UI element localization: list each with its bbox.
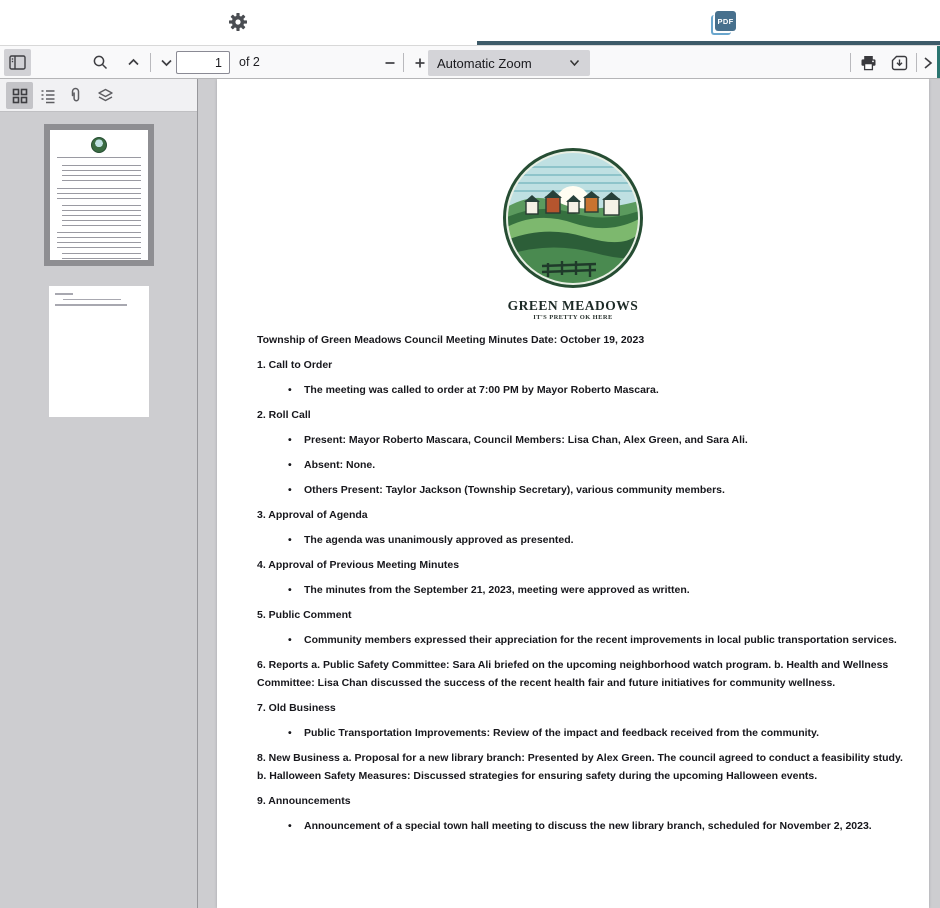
green-meadows-emblem-image xyxy=(500,145,646,291)
doc-bullet-item: Public Transportation Improvements: Revi… xyxy=(257,724,904,742)
print-button[interactable] xyxy=(855,49,882,76)
doc-bullet-item: Present: Mayor Roberto Mascara, Council … xyxy=(257,431,904,449)
doc-paragraph: 6. Reports a. Public Safety Committee: S… xyxy=(257,656,904,692)
save-download-button[interactable] xyxy=(886,49,913,76)
toolbar-separator xyxy=(916,53,917,72)
logo-tagline-text: IT'S PRETTY OK HERE xyxy=(488,314,658,321)
doc-bullet-item: The meeting was called to order at 7:00 … xyxy=(257,381,904,399)
doc-heading: 1. Call to Order xyxy=(257,356,904,374)
doc-title: Township of Green Meadows Council Meetin… xyxy=(257,331,904,349)
doc-bullet-item: Others Present: Taylor Jackson (Township… xyxy=(257,481,904,499)
toolbar-separator xyxy=(150,53,151,72)
doc-bullet-item: The minutes from the September 21, 2023,… xyxy=(257,581,904,599)
doc-heading: 9. Announcements xyxy=(257,792,904,810)
more-tools-button[interactable] xyxy=(918,49,937,76)
page-thumbnail-1-selected[interactable] xyxy=(44,124,154,266)
pdf-icon: PDF xyxy=(715,11,736,31)
settings-gear-icon[interactable] xyxy=(223,7,253,37)
doc-bullet-item: Community members expressed their apprec… xyxy=(257,631,904,649)
sidebar xyxy=(0,79,198,908)
layers-button[interactable] xyxy=(92,82,119,109)
document-outline-button[interactable] xyxy=(34,82,61,109)
document-body: Township of Green Meadows Council Meetin… xyxy=(217,321,929,835)
page-count-label: of 2 xyxy=(239,46,260,80)
chevron-down-icon xyxy=(569,59,580,67)
thumbnail-panel xyxy=(0,112,197,908)
doc-bullet-item: Absent: None. xyxy=(257,456,904,474)
doc-heading: 3. Approval of Agenda xyxy=(257,506,904,524)
previous-page-button[interactable] xyxy=(120,49,147,76)
logo-name-text: GREEN MEADOWS xyxy=(488,298,658,314)
pdf-document-tab-icon[interactable]: PDF xyxy=(711,11,737,35)
doc-bullet-item: The agenda was unanimously approved as p… xyxy=(257,531,904,549)
pdf-page-1: GREEN MEADOWS IT'S PRETTY OK HERE Townsh… xyxy=(217,79,929,908)
sidebar-toolbar xyxy=(0,79,197,112)
pdf-viewer-window: PDF xyxy=(0,0,940,908)
zoom-out-button[interactable] xyxy=(376,49,403,76)
doc-paragraph: 8. New Business a. Proposal for a new li… xyxy=(257,749,904,785)
township-logo: GREEN MEADOWS IT'S PRETTY OK HERE xyxy=(488,145,658,321)
toolbar-separator xyxy=(850,53,851,72)
search-button[interactable] xyxy=(87,49,114,76)
thumbnails-view-button[interactable] xyxy=(6,82,33,109)
window-top-strip: PDF xyxy=(0,0,940,45)
viewer-content: GREEN MEADOWS IT'S PRETTY OK HERE Townsh… xyxy=(0,79,940,908)
pdf-toolbar: of 2 Automatic Zoom xyxy=(0,45,940,79)
zoom-level-select[interactable]: Automatic Zoom xyxy=(428,50,590,76)
doc-heading: 5. Public Comment xyxy=(257,606,904,624)
thumbnail-logo xyxy=(91,137,107,153)
doc-bullet-item: Announcement of a special town hall meet… xyxy=(257,817,904,835)
page-thumbnail-2[interactable] xyxy=(49,286,149,417)
toggle-sidebar-button[interactable] xyxy=(4,49,31,76)
doc-heading: 2. Roll Call xyxy=(257,406,904,424)
doc-heading: 7. Old Business xyxy=(257,699,904,717)
toolbar-separator xyxy=(403,53,404,72)
pdf-viewer-area[interactable]: GREEN MEADOWS IT'S PRETTY OK HERE Townsh… xyxy=(198,79,940,908)
zoom-level-value: Automatic Zoom xyxy=(428,56,569,71)
attachments-button[interactable] xyxy=(62,82,89,109)
doc-heading: 4. Approval of Previous Meeting Minutes xyxy=(257,556,904,574)
page-number-input[interactable] xyxy=(176,51,230,74)
